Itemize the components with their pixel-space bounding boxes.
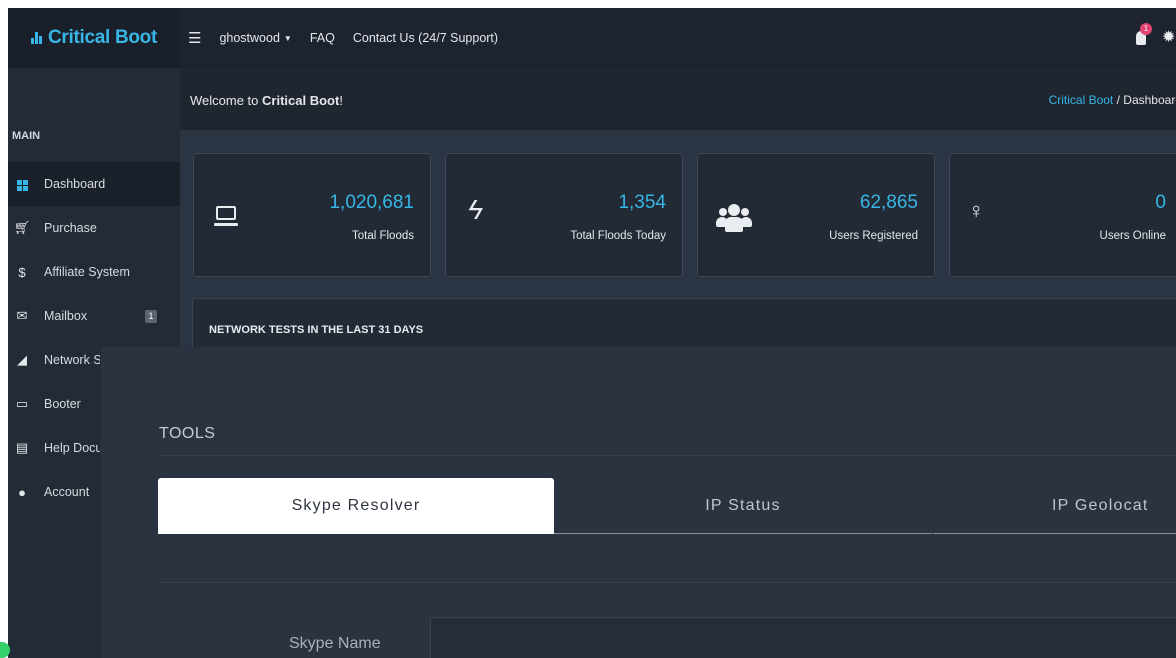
tab-skype-resolver[interactable]: Skype Resolver	[158, 478, 554, 534]
brand-name: Critical Boot	[47, 27, 158, 48]
sidebar-item-label: Booter	[44, 397, 81, 411]
gear-icon[interactable]: ✹	[1162, 27, 1175, 47]
stat-label: Users Online	[1099, 230, 1166, 242]
hamburger-icon[interactable]: ☰	[188, 29, 201, 47]
bar-chart-icon	[30, 32, 42, 44]
users-icon	[716, 204, 752, 232]
sidebar-item-mailbox[interactable]: ✉ Mailbox 1	[8, 294, 180, 338]
divider	[159, 455, 1176, 456]
laptop-icon: ▭	[15, 396, 29, 411]
faq-link[interactable]: FAQ	[310, 31, 335, 45]
stat-label: Users Registered	[829, 230, 918, 242]
contact-link[interactable]: Contact Us (24/7 Support)	[353, 31, 498, 45]
stat-value: 0	[1155, 192, 1166, 213]
brand-logo[interactable]: Critical Boot	[8, 8, 180, 68]
stat-card-users-online: ♀ 0 Users Online	[949, 153, 1176, 277]
notification-badge: 1	[1140, 23, 1152, 35]
user-menu[interactable]: ghostwood ▼	[219, 31, 291, 45]
notification-bell-icon[interactable]: 1	[1133, 23, 1152, 49]
cart-icon: 🛒︎	[13, 220, 31, 235]
lightbulb-icon: ♀	[968, 198, 985, 223]
sidebar-heading: MAIN	[12, 130, 41, 142]
dashboard-icon	[12, 177, 32, 192]
stat-label: Total Floods Today	[570, 230, 666, 242]
breadcrumb-current: Dashboard	[1123, 93, 1176, 107]
sidebar-item-affiliate[interactable]: $ Affiliate System	[8, 250, 180, 294]
tools-window: TOOLS Skype Resolver IP Status IP Geoloc…	[100, 347, 1176, 658]
caret-down-icon: ▼	[283, 34, 292, 44]
stat-label: Total Floods	[351, 230, 414, 242]
tab-underline	[554, 533, 932, 534]
dollar-icon: $	[18, 264, 26, 280]
app-window: Critical Boot ☰ ghostwood ▼ FAQ Contact U…	[8, 8, 1176, 658]
sidebar-item-label: Account	[44, 485, 90, 499]
tools-title: TOOLS	[159, 425, 216, 442]
mail-icon: ✉	[16, 308, 28, 323]
stat-value: 62,865	[859, 192, 918, 213]
sidebar-item-label: Affiliate System	[44, 265, 130, 279]
signal-icon: ◢	[17, 352, 27, 367]
sidebar-item-label: Network St	[44, 353, 106, 367]
stat-card-floods-today: ϟ 1,354 Total Floods Today	[445, 153, 683, 277]
sidebar-item-label: Mailbox	[44, 309, 88, 323]
tab-ip-geolocation[interactable]: IP Geolocat	[932, 478, 1176, 534]
breadcrumb-separator: /	[1116, 93, 1120, 107]
top-navbar: Critical Boot ☰ ghostwood ▼ FAQ Contact U…	[8, 8, 1176, 68]
tab-underline	[933, 533, 1176, 534]
user-name: ghostwood	[219, 31, 280, 45]
document-icon: ▤	[15, 440, 29, 455]
top-nav-links: ☰ ghostwood ▼ FAQ Contact Us (24/7 Suppor…	[188, 8, 516, 68]
welcome-bar: Welcome to Critical Boot! Critical Boot …	[180, 68, 1176, 130]
stat-card-total-floods: 1,020,681 Total Floods	[193, 153, 431, 277]
laptop-icon	[214, 206, 238, 228]
user-icon: ●	[18, 484, 26, 500]
sidebar-item-purchase[interactable]: 🛒︎ Purchase	[8, 206, 180, 250]
skype-name-label: Skype Name	[289, 635, 381, 652]
stat-value: 1,354	[618, 192, 666, 213]
bolt-icon: ϟ	[468, 194, 483, 225]
panel-title: NETWORK TESTS IN THE LAST 31 DAYS	[209, 324, 424, 336]
stat-value: 1,020,681	[329, 192, 414, 213]
skype-name-input[interactable]	[430, 617, 1176, 658]
sidebar-item-label: Dashboard	[44, 177, 106, 191]
sidebar-item-label: Purchase	[44, 221, 97, 235]
sidebar-item-dashboard[interactable]: Dashboard	[8, 162, 180, 206]
stat-card-users-registered: 62,865 Users Registered	[697, 153, 935, 277]
mailbox-count-badge: 1	[145, 310, 157, 323]
welcome-text: Welcome to Critical Boot!	[190, 93, 343, 108]
breadcrumb-root-link[interactable]: Critical Boot	[1049, 93, 1114, 107]
tab-ip-status[interactable]: IP Status	[554, 478, 932, 534]
breadcrumb: Critical Boot / Dashboard	[1049, 93, 1176, 107]
divider	[159, 582, 1176, 583]
